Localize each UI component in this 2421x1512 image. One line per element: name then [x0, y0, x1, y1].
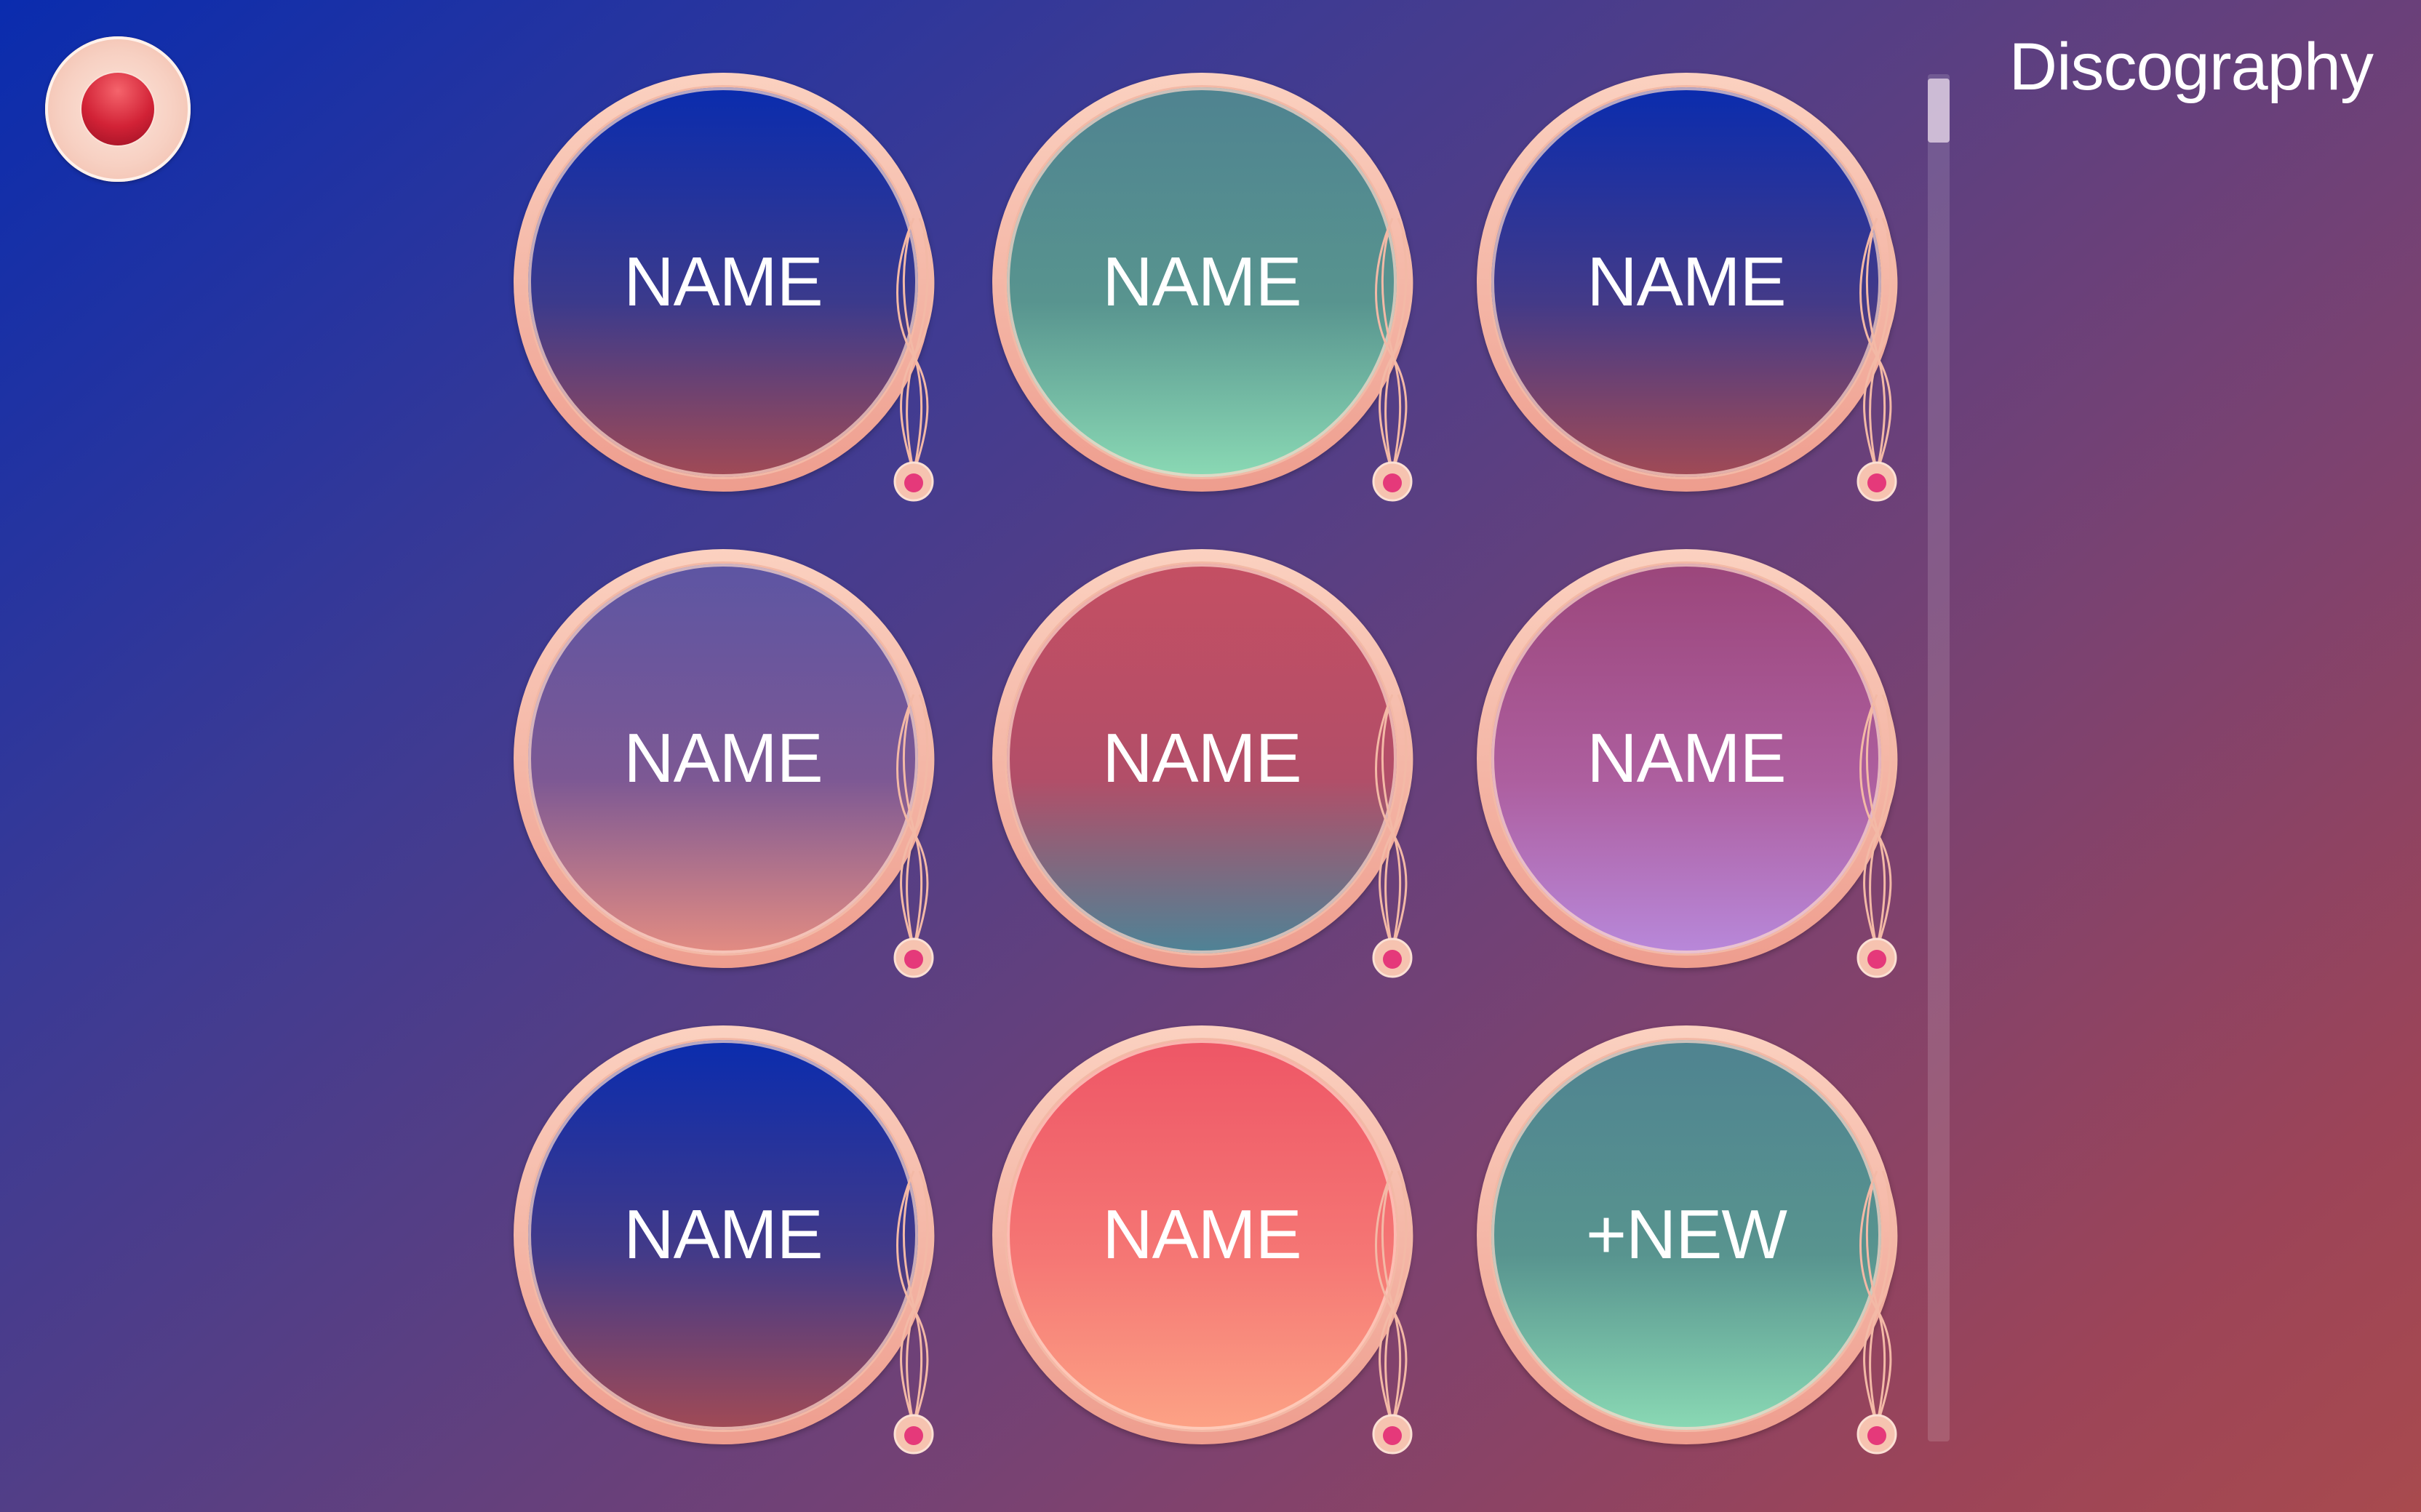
album-item-1[interactable]: NAME	[514, 73, 936, 509]
album-item-3[interactable]: NAME	[1477, 73, 1899, 509]
tassel-ornament-icon	[893, 1170, 935, 1455]
album-name: NAME	[623, 719, 823, 797]
scrollbar-thumb[interactable]	[1928, 79, 1950, 143]
album-cover: NAME	[528, 564, 918, 953]
album-cover: NAME	[1007, 87, 1397, 477]
album-disc: NAME	[992, 1025, 1411, 1444]
album-name: NAME	[1102, 719, 1301, 797]
album-name: NAME	[1102, 243, 1301, 321]
album-cover: NAME	[1007, 564, 1397, 953]
album-cover: NAME	[1491, 87, 1881, 477]
album-item-6[interactable]: NAME	[1477, 549, 1899, 985]
album-item-8[interactable]: NAME	[992, 1025, 1414, 1462]
album-cover: NAME	[528, 87, 918, 477]
page-title: Discography	[2009, 30, 2374, 104]
album-cover: NAME	[528, 1040, 918, 1430]
album-item-5[interactable]: NAME	[992, 549, 1414, 985]
album-name: NAME	[1102, 1196, 1301, 1273]
album-item-7[interactable]: NAME	[514, 1025, 936, 1462]
album-name: NAME	[1587, 719, 1786, 797]
tassel-ornament-icon	[1856, 217, 1898, 502]
album-name: NAME	[623, 1196, 823, 1273]
tassel-ornament-icon	[893, 217, 935, 502]
tassel-ornament-icon	[1372, 217, 1413, 502]
record-button[interactable]	[45, 36, 191, 182]
album-cover: NAME	[1491, 564, 1881, 953]
new-album-button[interactable]: +NEW	[1477, 1025, 1899, 1462]
scrollbar[interactable]	[1928, 74, 1950, 1441]
album-name: NAME	[1587, 243, 1786, 321]
tassel-ornament-icon	[1372, 1170, 1413, 1455]
album-disc: NAME	[992, 549, 1411, 968]
album-disc: NAME	[1477, 73, 1896, 492]
album-disc: NAME	[514, 549, 933, 968]
album-disc: NAME	[514, 1025, 933, 1444]
album-disc: +NEW	[1477, 1025, 1896, 1444]
album-item-4[interactable]: NAME	[514, 549, 936, 985]
album-disc: NAME	[1477, 549, 1896, 968]
new-album-label: +NEW	[1585, 1196, 1787, 1273]
tassel-ornament-icon	[1372, 694, 1413, 978]
tassel-ornament-icon	[1856, 1170, 1898, 1455]
album-disc: NAME	[992, 73, 1411, 492]
album-cover: NAME	[1007, 1040, 1397, 1430]
album-item-2[interactable]: NAME	[992, 73, 1414, 509]
album-disc: NAME	[514, 73, 933, 492]
album-cover: +NEW	[1491, 1040, 1881, 1430]
album-name: NAME	[623, 243, 823, 321]
tassel-ornament-icon	[1856, 694, 1898, 978]
record-icon	[81, 73, 154, 145]
tassel-ornament-icon	[893, 694, 935, 978]
